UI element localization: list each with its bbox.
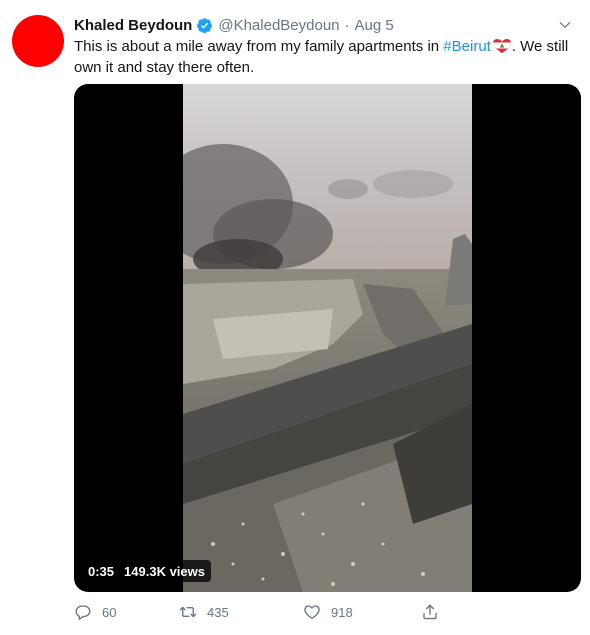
tweet-header: Khaled Beydoun @KhaledBeydoun · Aug 5 <box>74 14 580 36</box>
verified-icon <box>197 17 213 33</box>
retweet-count: 435 <box>207 604 229 620</box>
reply-button[interactable]: 60 <box>74 603 179 621</box>
lebanon-heart-flag-icon <box>492 39 511 54</box>
author-handle[interactable]: @KhaledBeydoun <box>218 17 339 34</box>
like-button[interactable]: 918 <box>303 603 421 621</box>
like-count: 918 <box>331 604 353 620</box>
retweet-icon <box>179 606 197 618</box>
tweet-actions: 60 435 918 <box>74 600 494 624</box>
separator-dot: · <box>344 16 350 34</box>
video-info-overlay: 0:35 149.3K views <box>82 560 211 582</box>
video-duration: 0:35 <box>88 563 115 579</box>
avatar[interactable] <box>12 15 64 67</box>
reply-count: 60 <box>102 604 117 620</box>
like-icon <box>304 605 320 620</box>
video-thumbnail <box>183 84 472 592</box>
chevron-down-icon[interactable] <box>558 18 572 32</box>
share-icon <box>423 604 437 620</box>
tweet-date[interactable]: Aug 5 <box>355 17 394 34</box>
author-name[interactable]: Khaled Beydoun <box>74 17 192 34</box>
share-button[interactable] <box>421 603 439 621</box>
reply-icon <box>75 605 91 620</box>
video-player[interactable]: 0:35 149.3K views <box>74 84 581 592</box>
tweet-text: This is about a mile away from my family… <box>74 36 574 78</box>
retweet-button[interactable]: 435 <box>179 603 303 621</box>
hashtag-link[interactable]: #Beirut <box>443 38 491 55</box>
tweet-text-part: This is about a mile away from my family… <box>74 38 444 55</box>
video-views: 149.3K views <box>124 563 205 579</box>
